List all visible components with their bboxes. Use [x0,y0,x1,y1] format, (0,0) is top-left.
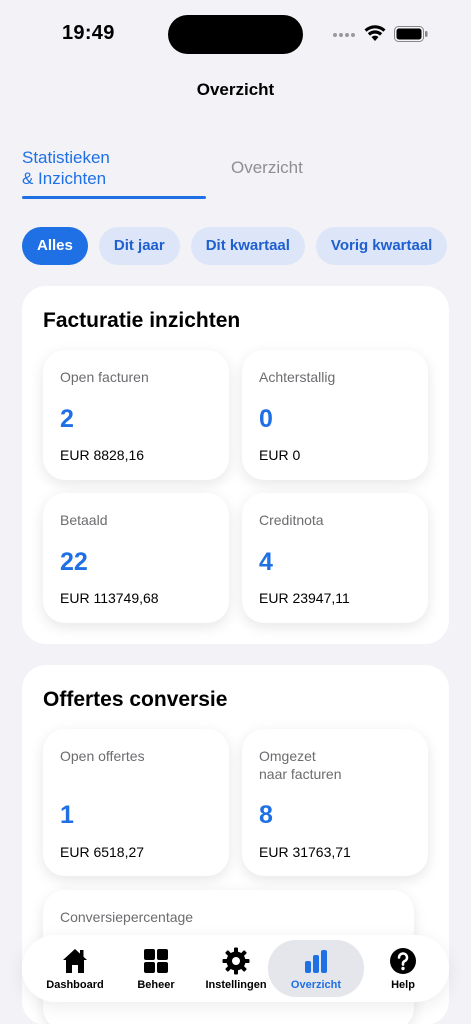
tab-overview[interactable]: Overzicht [231,157,303,178]
house-icon [63,949,87,973]
stat-label: Open facturen [60,369,149,385]
stat-value: 4 [259,548,273,576]
tabbar-item-dashboard[interactable]: Dashboard [32,935,118,1002]
stat-label: Conversiepercentage [60,909,194,925]
stat-card-open-invoices[interactable]: Open facturen 2 EUR 8828,16 [43,350,229,480]
filter-chips: Alles Dit jaar Dit kwartaal Vorig kwarta… [22,227,448,265]
section-title: Facturatie inzichten [43,309,241,332]
tabbar-label: Dashboard [46,979,104,991]
tabbar-label: Beheer [137,979,175,991]
stat-value: 0 [259,405,273,433]
tab-statistics[interactable]: Statistieken & Inzichten [22,147,110,189]
wifi-icon [364,25,386,41]
gear-icon [222,947,250,975]
question-icon [390,948,416,974]
stat-value: 1 [60,801,74,829]
cellular-signal-icon [333,33,355,37]
grid-icon [144,949,168,973]
stat-label-line2: naar facturen [259,766,342,782]
stat-amount: EUR 6518,27 [60,844,145,860]
stat-card-paid[interactable]: Betaald 22 EUR 113749,68 [43,493,229,623]
stat-amount: EUR 8828,16 [60,447,145,463]
stat-card-credit-note[interactable]: Creditnota 4 EUR 23947,11 [242,493,428,623]
stat-label: Open offertes [60,748,145,764]
stat-label: Creditnota [259,512,324,528]
tabbar-item-overview[interactable]: Overzicht [268,940,364,997]
section-title: Offertes conversie [43,688,228,711]
page-title: Overzicht [196,80,275,99]
stat-card-open-quotes[interactable]: Open offertes 1 EUR 6518,27 [43,729,229,876]
tab-statistics-line2: & Inzichten [22,169,107,188]
bar-chart-icon [305,950,327,973]
stat-card-overdue[interactable]: Achterstallig 0 EUR 0 [242,350,428,480]
tab-bar: Dashboard Beheer Instellingen Overzicht … [22,935,449,1002]
invoicing-section: Facturatie inzichten Open facturen 2 EUR… [22,286,449,644]
stat-amount: EUR 23947,11 [259,590,350,606]
filter-chip-all[interactable]: Alles [22,227,88,265]
tabbar-item-help[interactable]: Help [364,935,442,1002]
tabbar-label: Overzicht [290,979,342,991]
stat-card-converted-quotes[interactable]: Omgezet naar facturen 8 EUR 31763,71 [242,729,428,876]
tabbar-item-manage[interactable]: Beheer [118,935,194,1002]
stat-amount: EUR 113749,68 [60,590,159,606]
tab-statistics-line1: Statistieken [22,148,110,167]
tabbar-item-settings[interactable]: Instellingen [194,935,278,1002]
filter-chip-this-year[interactable]: Dit jaar [98,227,180,265]
status-bar: 19:49 [0,0,471,70]
stat-label: Achterstallig [259,369,336,385]
status-time: 19:49 [62,22,115,44]
stat-label: Betaald [60,512,108,528]
dynamic-island [168,15,303,54]
stat-amount: EUR 0 [259,447,301,463]
tabbar-label: Help [391,979,415,991]
active-tab-indicator [22,196,206,199]
stat-value: 22 [60,548,88,576]
segmented-tabs: Statistieken & Inzichten Overzicht [0,145,471,205]
stat-value: 8 [259,801,273,829]
stat-label: Omgezet naar facturen [259,747,342,783]
stat-amount: EUR 31763,71 [259,844,351,860]
tabbar-label: Instellingen [205,979,267,991]
filter-chip-this-quarter[interactable]: Dit kwartaal [190,227,305,265]
stat-label-line1: Omgezet [259,748,316,764]
battery-icon [394,26,428,42]
stat-value: 2 [60,405,74,433]
filter-chip-last-quarter[interactable]: Vorig kwartaal [315,227,448,265]
